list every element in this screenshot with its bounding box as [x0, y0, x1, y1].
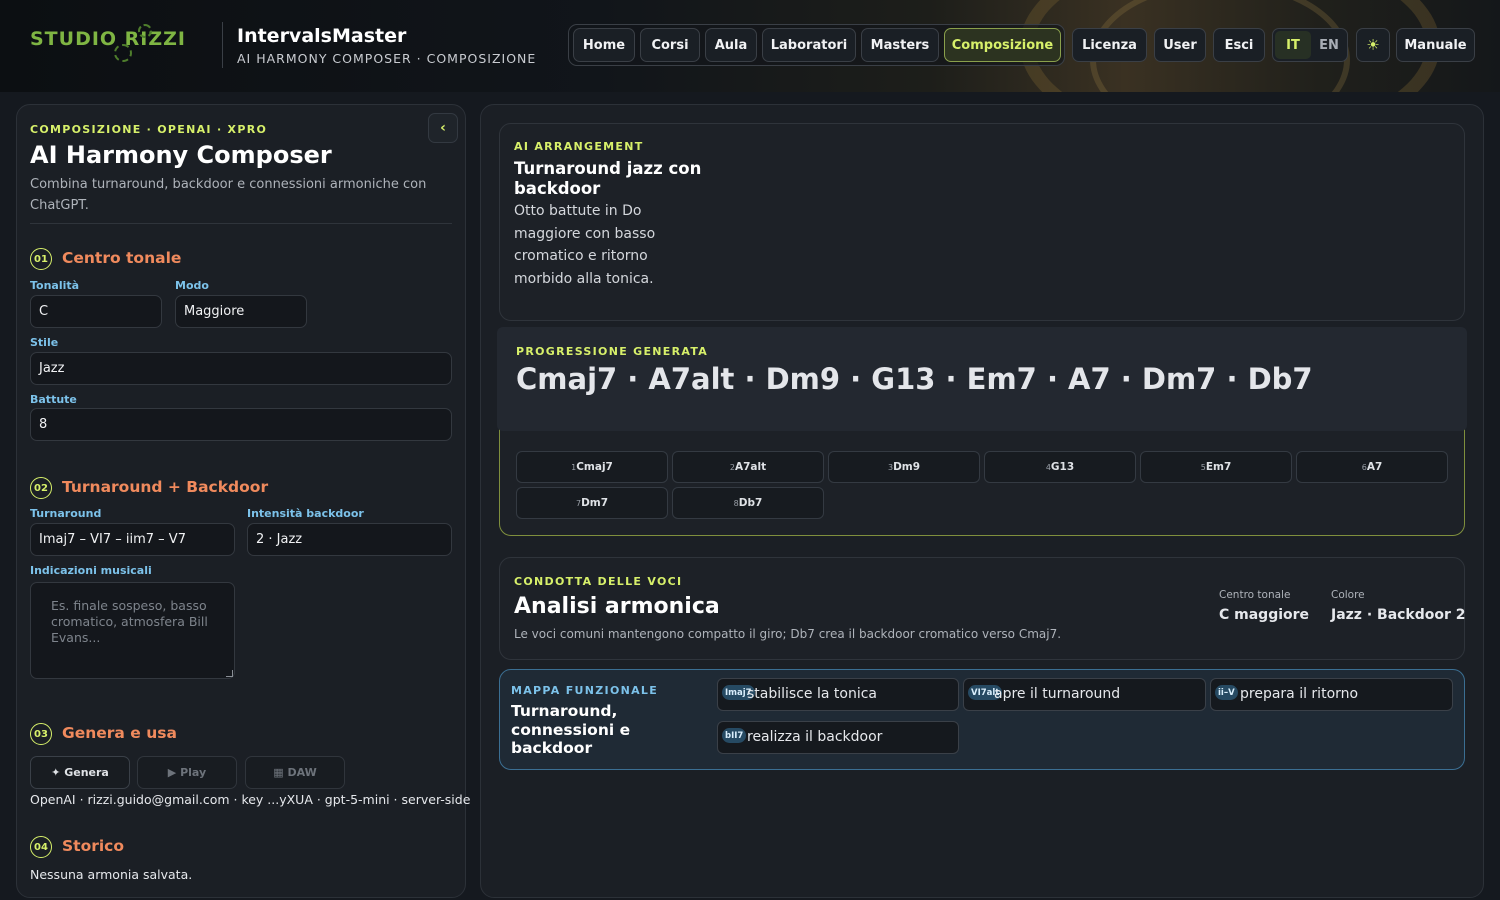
mode-select[interactable]: Maggiore	[175, 295, 307, 328]
nav-masters[interactable]: Masters	[861, 28, 939, 62]
musical-notes-textarea[interactable]: Es. finale sospeso, basso cromatico, atm…	[30, 582, 235, 679]
sidebar-title: AI Harmony Composer	[30, 141, 332, 169]
play-button[interactable]: ▶ Play	[137, 756, 237, 789]
function-text: apre il turnaround	[994, 686, 1121, 702]
chord-chip[interactable]: 2 A7alt	[672, 451, 824, 483]
gear-icon-small	[138, 24, 152, 38]
backdoor-intensity-label: Intensità backdoor	[247, 507, 364, 520]
language-switch: IT EN	[1272, 28, 1348, 62]
arrangement-description: Otto battute in Do maggiore con basso cr…	[514, 203, 656, 287]
function-item: bII7 realizza il backdoor	[717, 721, 959, 754]
logo-text: STUDIO RIZZI	[30, 28, 187, 50]
sidebar-eyebrow: COMPOSIZIONE · OPENAI · XPRO	[30, 123, 268, 136]
function-text: realizza il backdoor	[747, 729, 883, 745]
function-item: ii–V prepara il ritorno	[1210, 678, 1453, 711]
function-tag: ii–V	[1215, 685, 1238, 700]
key-select[interactable]: C	[30, 295, 162, 328]
progression-eyebrow: PROGRESSIONE GENERATA	[516, 345, 709, 358]
chord-chip[interactable]: 6 A7	[1296, 451, 1448, 483]
nav-aula[interactable]: Aula	[705, 28, 757, 62]
nav-home[interactable]: Home	[573, 28, 635, 62]
section-title-storico: Storico	[62, 837, 125, 855]
tonal-center-label: Centro tonale	[1219, 589, 1291, 601]
sidebar-divider	[30, 223, 452, 224]
style-select[interactable]: Jazz	[30, 352, 452, 385]
studio-rizzi-logo[interactable]: STUDIO RIZZI	[30, 24, 202, 66]
section-title-genera-e-usa: Genera e usa	[62, 724, 177, 742]
analysis-description: Le voci comuni mantengono compatto il gi…	[514, 627, 1062, 641]
function-map-eyebrow: MAPPA FUNZIONALE	[511, 684, 659, 697]
function-item: Imaj7 stabilisce la tonica	[717, 678, 959, 711]
gear-icon	[114, 44, 132, 62]
chord-symbol: G13	[1050, 461, 1075, 473]
arrangement-eyebrow: AI ARRANGEMENT	[514, 140, 644, 153]
logout-button[interactable]: Esci	[1213, 28, 1265, 62]
chord-symbol: Db7	[738, 497, 763, 509]
lang-it-button[interactable]: IT	[1275, 31, 1311, 59]
daw-export-button[interactable]: ▦ DAW	[245, 756, 345, 789]
analysis-title: Analisi armonica	[514, 594, 720, 619]
turnaround-select[interactable]: Imaj7 – VI7 – iim7 – V7	[30, 523, 235, 556]
arrangement-title: Turnaround jazz con backdoor	[514, 159, 702, 198]
manual-button[interactable]: Manuale	[1396, 28, 1475, 62]
chord-symbol: Cmaj7	[576, 461, 613, 473]
section-number-01: 01	[30, 248, 52, 270]
chord-chip[interactable]: 5 Em7	[1140, 451, 1292, 483]
bars-input[interactable]: 8	[30, 408, 452, 441]
analysis-eyebrow: CONDOTTA DELLE VOCI	[514, 575, 683, 588]
color-value: Jazz · Backdoor 2	[1331, 607, 1466, 623]
chord-symbol: Dm9	[893, 461, 921, 473]
progression-chords: Cmaj7 · A7alt · Dm9 · G13 · Em7 · A7 · D…	[516, 362, 1313, 396]
style-label: Stile	[30, 336, 59, 349]
section-title-turnaround-backdoor: Turnaround + Backdoor	[62, 478, 269, 496]
backdoor-intensity-select[interactable]: 2 · Jazz	[247, 523, 452, 556]
section-number-04: 04	[30, 836, 52, 858]
collapse-panel-button[interactable]: ‹	[428, 113, 458, 143]
user-button[interactable]: User	[1154, 28, 1206, 62]
function-text: prepara il ritorno	[1240, 686, 1359, 702]
generate-button[interactable]: ✦ Genera	[30, 756, 130, 789]
nav-composizione[interactable]: Composizione	[944, 28, 1061, 62]
openai-status-line: OpenAI · rizzi.guido@gmail.com · key ...…	[30, 792, 471, 807]
chord-symbol: A7alt	[734, 461, 767, 473]
chord-chip[interactable]: 3 Dm9	[828, 451, 980, 483]
musical-notes-label: Indicazioni musicali	[30, 564, 152, 577]
color-label: Colore	[1331, 589, 1365, 601]
theme-toggle-sun-icon[interactable]: ☀	[1356, 28, 1390, 62]
section-title-centro-tonale: Centro tonale	[62, 249, 182, 267]
chord-symbol: A7	[1366, 461, 1383, 473]
chord-chip[interactable]: 7 Dm7	[516, 487, 668, 519]
chord-chip[interactable]: 4 G13	[984, 451, 1136, 483]
key-label: Tonalità	[30, 279, 80, 292]
tonal-center-value: C maggiore	[1219, 607, 1310, 623]
turnaround-label: Turnaround	[30, 507, 102, 520]
chord-chip[interactable]: 8 Db7	[672, 487, 824, 519]
app-subtitle: AI HARMONY COMPOSER · COMPOSIZIONE	[237, 51, 537, 66]
sidebar-description: Combina turnaround, backdoor e connessio…	[30, 177, 427, 213]
function-item: VI7alt apre il turnaround	[963, 678, 1206, 711]
lang-en-button[interactable]: EN	[1311, 29, 1347, 61]
section-number-02: 02	[30, 477, 52, 499]
function-map-title: Turnaround, connessioni e backdoor	[511, 702, 631, 757]
mode-label: Modo	[175, 279, 209, 292]
nav-corsi[interactable]: Corsi	[640, 28, 700, 62]
chord-symbol: Em7	[1205, 461, 1232, 473]
resize-grip-icon[interactable]	[226, 670, 233, 677]
function-tag: bII7	[722, 728, 747, 743]
bars-label: Battute	[30, 393, 77, 406]
chord-chip[interactable]: 1 Cmaj7	[516, 451, 668, 483]
header-divider	[222, 22, 223, 68]
function-text: stabilisce la tonica	[747, 686, 877, 702]
license-button[interactable]: Licenza	[1072, 28, 1147, 62]
history-empty-text: Nessuna armonia salvata.	[30, 867, 193, 882]
section-number-03: 03	[30, 723, 52, 745]
nav-laboratori[interactable]: Laboratori	[762, 28, 856, 62]
chord-symbol: Dm7	[581, 497, 609, 509]
app-title: IntervalsMaster	[237, 25, 407, 47]
